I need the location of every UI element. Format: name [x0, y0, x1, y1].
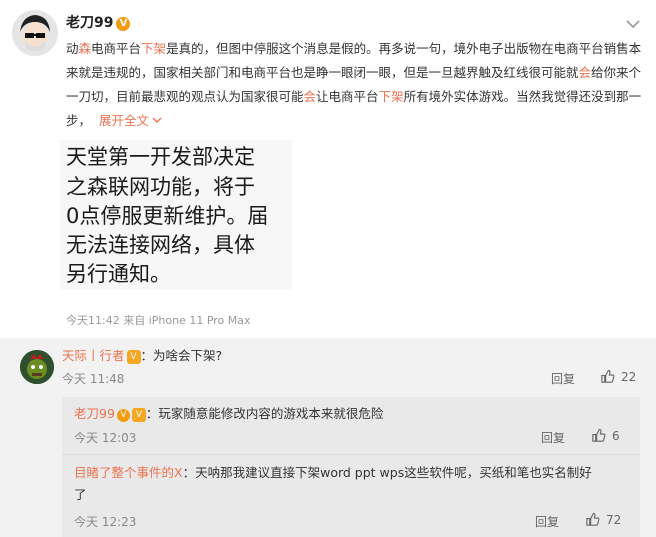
thumbs-up-icon: [601, 369, 615, 383]
chevron-down-icon[interactable]: [626, 14, 640, 29]
body-highlight[interactable]: 森: [79, 41, 92, 56]
body-seg: 让电商平台: [316, 89, 379, 104]
image-text-line: 0点停服更新维护。届: [66, 204, 269, 228]
replier-name[interactable]: 目睹了整个事件的X: [74, 465, 183, 480]
colon: ：: [140, 348, 154, 363]
body-highlight[interactable]: 下架: [141, 41, 166, 56]
reply-button[interactable]: 回复: [535, 513, 559, 530]
author-avatar[interactable]: [12, 10, 58, 56]
like-button[interactable]: 22: [600, 369, 636, 384]
comment-time: 今天 11:48: [62, 372, 125, 386]
image-text-line: 另行通知。: [66, 262, 171, 286]
reply-time: 今天 12:23: [74, 515, 137, 529]
like-button[interactable]: 72: [585, 512, 621, 527]
post-image[interactable]: 天堂第一开发部决定 之森联网功能，将于 0点停服更新维护。届 无法连接网络，具体…: [60, 140, 292, 290]
verified-icon: V: [116, 409, 130, 422]
reply-button[interactable]: 回复: [551, 370, 575, 387]
reply-time: 今天 12:03: [74, 431, 137, 445]
reply-text: 天呐那我建议直接下架word ppt wps这些软件呢，买纸和笔也实名制好: [195, 465, 592, 480]
reply-line: 目睹了整个事件的X：天呐那我建议直接下架word ppt wps这些软件呢，买纸…: [74, 462, 592, 481]
commenter-avatar[interactable]: [20, 350, 54, 384]
image-text-line: 天堂第一开发部决定: [66, 145, 255, 169]
like-button[interactable]: 6: [591, 428, 620, 443]
comment-text: 为啥会下架?: [153, 348, 223, 363]
reply-text-continued: 了: [74, 487, 87, 502]
author-name-text[interactable]: 老刀99: [66, 15, 113, 31]
reply-divider: [62, 454, 640, 455]
comment-line: 天际丨行者 V ：为啥会下架?: [62, 345, 222, 364]
expand-full-text-link[interactable]: 展开全文: [99, 113, 162, 128]
body-highlight[interactable]: 会: [579, 65, 592, 80]
like-count: 72: [606, 513, 622, 527]
verified-icon: V: [116, 17, 131, 31]
member-badge-icon: V: [126, 350, 141, 364]
like-count: 6: [612, 429, 620, 443]
post-body: 动森电商平台下架是真的，但图中停服这个消息是假的。再多说一句，境外电子出版物在电…: [66, 37, 648, 133]
expand-label[interactable]: 展开全文: [99, 113, 149, 128]
author-name[interactable]: 老刀99 V: [66, 12, 131, 32]
colon: ：: [182, 465, 196, 480]
reply-text: 玩家随意能修改内容的游戏本来就很危险: [158, 406, 384, 421]
thumbs-up-icon: [586, 512, 600, 526]
body-highlight[interactable]: 下架: [379, 89, 404, 104]
reply-line: 老刀99 V V ：玩家随意能修改内容的游戏本来就很危险: [74, 403, 383, 422]
weibo-post: 老刀99 V 动森电商平台下架是真的，但图中停服这个消息是假的。再多说一句，境外电…: [0, 0, 656, 335]
body-seg: 电商平台: [91, 41, 142, 56]
post-meta: 今天11:42 来自 iPhone 11 Pro Max: [66, 314, 251, 327]
commenter-name[interactable]: 天际丨行者: [62, 348, 125, 363]
member-badge-icon: V: [131, 408, 146, 422]
expand-chevron-icon: [152, 117, 162, 123]
image-text-line: 无法连接网络，具体: [66, 233, 255, 257]
reply-button[interactable]: 回复: [541, 429, 565, 446]
body-seg: 动: [66, 41, 79, 56]
body-highlight[interactable]: 会: [304, 89, 317, 104]
colon: ：: [145, 406, 159, 421]
comments-section: 天际丨行者 V ：为啥会下架? 今天 11:48 回复 22 老刀99 V V ：玩家随意…: [0, 338, 656, 537]
like-count: 22: [621, 370, 637, 384]
thumbs-up-icon: [592, 428, 606, 442]
replier-name[interactable]: 老刀99: [74, 406, 115, 421]
image-text-line: 之森联网功能，将于: [66, 175, 255, 199]
